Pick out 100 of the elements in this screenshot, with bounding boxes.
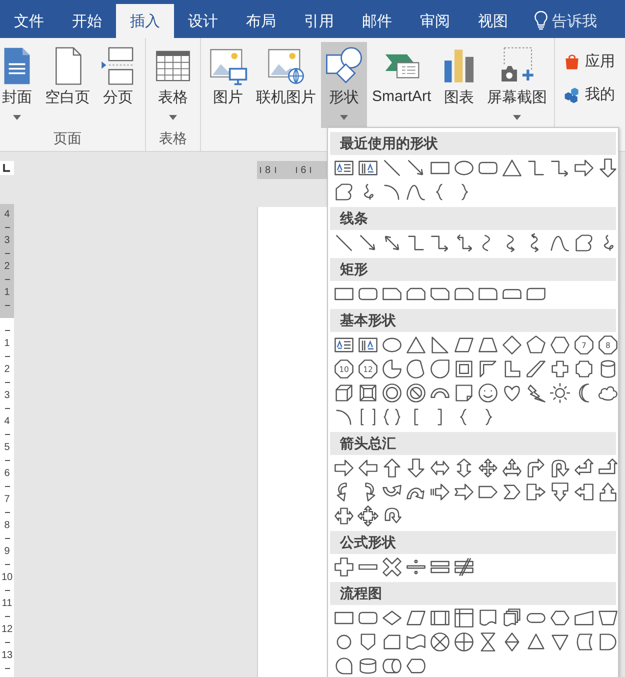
u-turn-arrow-icon[interactable] <box>549 457 571 479</box>
ribbon-tab[interactable]: 插入 <box>116 4 174 38</box>
ruler-number: 5 <box>4 441 10 454</box>
group-label: 页面 <box>52 129 82 148</box>
section-header: 箭头总汇 <box>330 432 616 455</box>
internal-storage-icon[interactable] <box>453 607 475 629</box>
left-right-arrow-callout-icon[interactable] <box>333 505 355 527</box>
ribbon-tab[interactable]: 设计 <box>174 4 232 38</box>
sequential-storage-icon[interactable] <box>333 655 355 677</box>
ribbon-button[interactable]: 应用 <box>559 50 620 73</box>
right-arrow-callout-icon[interactable] <box>525 481 547 503</box>
sun-icon[interactable] <box>549 382 571 404</box>
ruler-number: 6 <box>300 164 306 176</box>
lightning-bolt-icon[interactable] <box>525 382 547 404</box>
tell-me-search[interactable]: 告诉我 <box>552 12 597 30</box>
quad-arrow-icon[interactable] <box>477 457 499 479</box>
ribbon-tab[interactable]: 邮件 <box>348 4 406 38</box>
ribbon-tab[interactable]: 审阅 <box>406 4 464 38</box>
document-icon[interactable] <box>477 607 499 629</box>
ribbon-button[interactable]: 屏幕截图 <box>484 42 550 128</box>
ribbon-tab[interactable]: 文件 <box>0 4 58 38</box>
frame-icon[interactable] <box>453 358 475 380</box>
or-symbol-icon[interactable] <box>453 631 475 653</box>
ruler-number: 8 <box>265 164 271 176</box>
ruler-number: 7 <box>4 493 10 506</box>
line-icon[interactable] <box>381 157 403 179</box>
ruler-number: 1 <box>4 337 10 350</box>
line-icon[interactable] <box>333 232 355 254</box>
cross-icon[interactable] <box>549 358 571 380</box>
ruler-number: 4 <box>4 415 10 428</box>
left-arrow-callout-icon[interactable] <box>573 481 595 503</box>
section-header: 流程图 <box>330 582 616 605</box>
down-arrow-icon[interactable] <box>597 157 619 179</box>
section-header: 矩形 <box>330 258 616 281</box>
donut-icon[interactable] <box>381 382 403 404</box>
triangle-icon[interactable] <box>501 157 523 179</box>
plaque-icon[interactable] <box>573 358 595 380</box>
ribbon-button[interactable]: 封面 <box>0 42 40 128</box>
no-symbol-icon[interactable] <box>405 382 427 404</box>
ribbon-button[interactable]: 我的 <box>559 83 620 106</box>
right-arrow-icon[interactable] <box>573 157 595 179</box>
ribbon-tab[interactable]: 开始 <box>58 4 116 38</box>
not-equal-sign-icon[interactable] <box>453 556 475 578</box>
down-arrow-icon[interactable] <box>405 457 427 479</box>
pentagon-icon[interactable] <box>525 334 547 356</box>
hexagon-icon[interactable] <box>549 334 571 356</box>
freeform-icon[interactable] <box>333 181 355 203</box>
right-triangle-icon[interactable] <box>429 334 451 356</box>
multiply-sign-icon[interactable] <box>381 556 403 578</box>
section-header: 最近使用的形状 <box>330 132 616 155</box>
chord-icon[interactable] <box>405 358 427 380</box>
ribbon-button[interactable]: 分页 <box>95 42 141 128</box>
striped-right-arrow-icon[interactable] <box>429 481 451 503</box>
ruler-number: 3 <box>4 389 10 402</box>
ruler-number: 12 <box>1 623 13 636</box>
quad-arrow-callout-icon[interactable] <box>357 505 379 527</box>
bent-arrow-icon[interactable] <box>525 457 547 479</box>
ruler-number: 3 <box>4 234 10 247</box>
shopping-bag-icon <box>563 52 582 70</box>
online-picture-icon <box>266 46 306 86</box>
up-arrow-callout-icon[interactable] <box>597 481 619 503</box>
notched-right-arrow-icon[interactable] <box>453 481 475 503</box>
ribbon-button[interactable]: 图表 <box>436 42 482 128</box>
right-arrow-icon[interactable] <box>333 457 355 479</box>
left-arrow-icon[interactable] <box>357 457 379 479</box>
ribbon-button[interactable]: SmartArt <box>369 42 434 128</box>
ribbon-tab[interactable]: 布局 <box>232 4 290 38</box>
up-arrow-icon[interactable] <box>381 457 403 479</box>
ribbon-button[interactable]: 联机图片 <box>253 42 319 128</box>
ruler-number: 1 <box>4 286 10 299</box>
lightbulb-icon <box>534 11 548 31</box>
ruler-number: 13 <box>1 649 13 662</box>
teardrop-icon[interactable] <box>429 358 451 380</box>
bevel-icon[interactable] <box>357 382 379 404</box>
section-header: 公式形状 <box>330 531 616 554</box>
brace-pair-icon[interactable] <box>381 406 403 428</box>
delay-icon[interactable] <box>597 631 619 653</box>
ribbon-button[interactable]: 空白页 <box>42 42 93 128</box>
cube-icon[interactable] <box>333 382 355 404</box>
pie-icon[interactable] <box>381 358 403 380</box>
triangle-icon[interactable] <box>405 334 427 356</box>
folded-corner-icon[interactable] <box>453 382 475 404</box>
ribbon-tab[interactable]: 视图 <box>464 4 522 38</box>
plus-sign-icon[interactable] <box>333 556 355 578</box>
ribbon-button[interactable]: 形状 <box>321 42 367 128</box>
down-arrow-callout-icon[interactable] <box>549 481 571 503</box>
freeform-icon[interactable] <box>573 232 595 254</box>
multidocument-icon[interactable] <box>501 607 523 629</box>
summing-junction-icon[interactable] <box>429 631 451 653</box>
diagonal-stripe-icon[interactable] <box>525 358 547 380</box>
picture-icon <box>208 46 248 86</box>
section-header: 线条 <box>330 207 616 230</box>
ribbon-button[interactable]: 图片 <box>205 42 251 128</box>
half-frame-icon[interactable] <box>477 358 499 380</box>
left-right-up-arrow-icon[interactable] <box>501 457 523 479</box>
ruler-number: 6 <box>4 467 10 480</box>
diamond-icon[interactable] <box>501 334 523 356</box>
ribbon-button[interactable]: 表格 <box>150 42 196 128</box>
ribbon-tab[interactable]: 引用 <box>290 4 348 38</box>
smiley-face-icon[interactable] <box>477 382 499 404</box>
